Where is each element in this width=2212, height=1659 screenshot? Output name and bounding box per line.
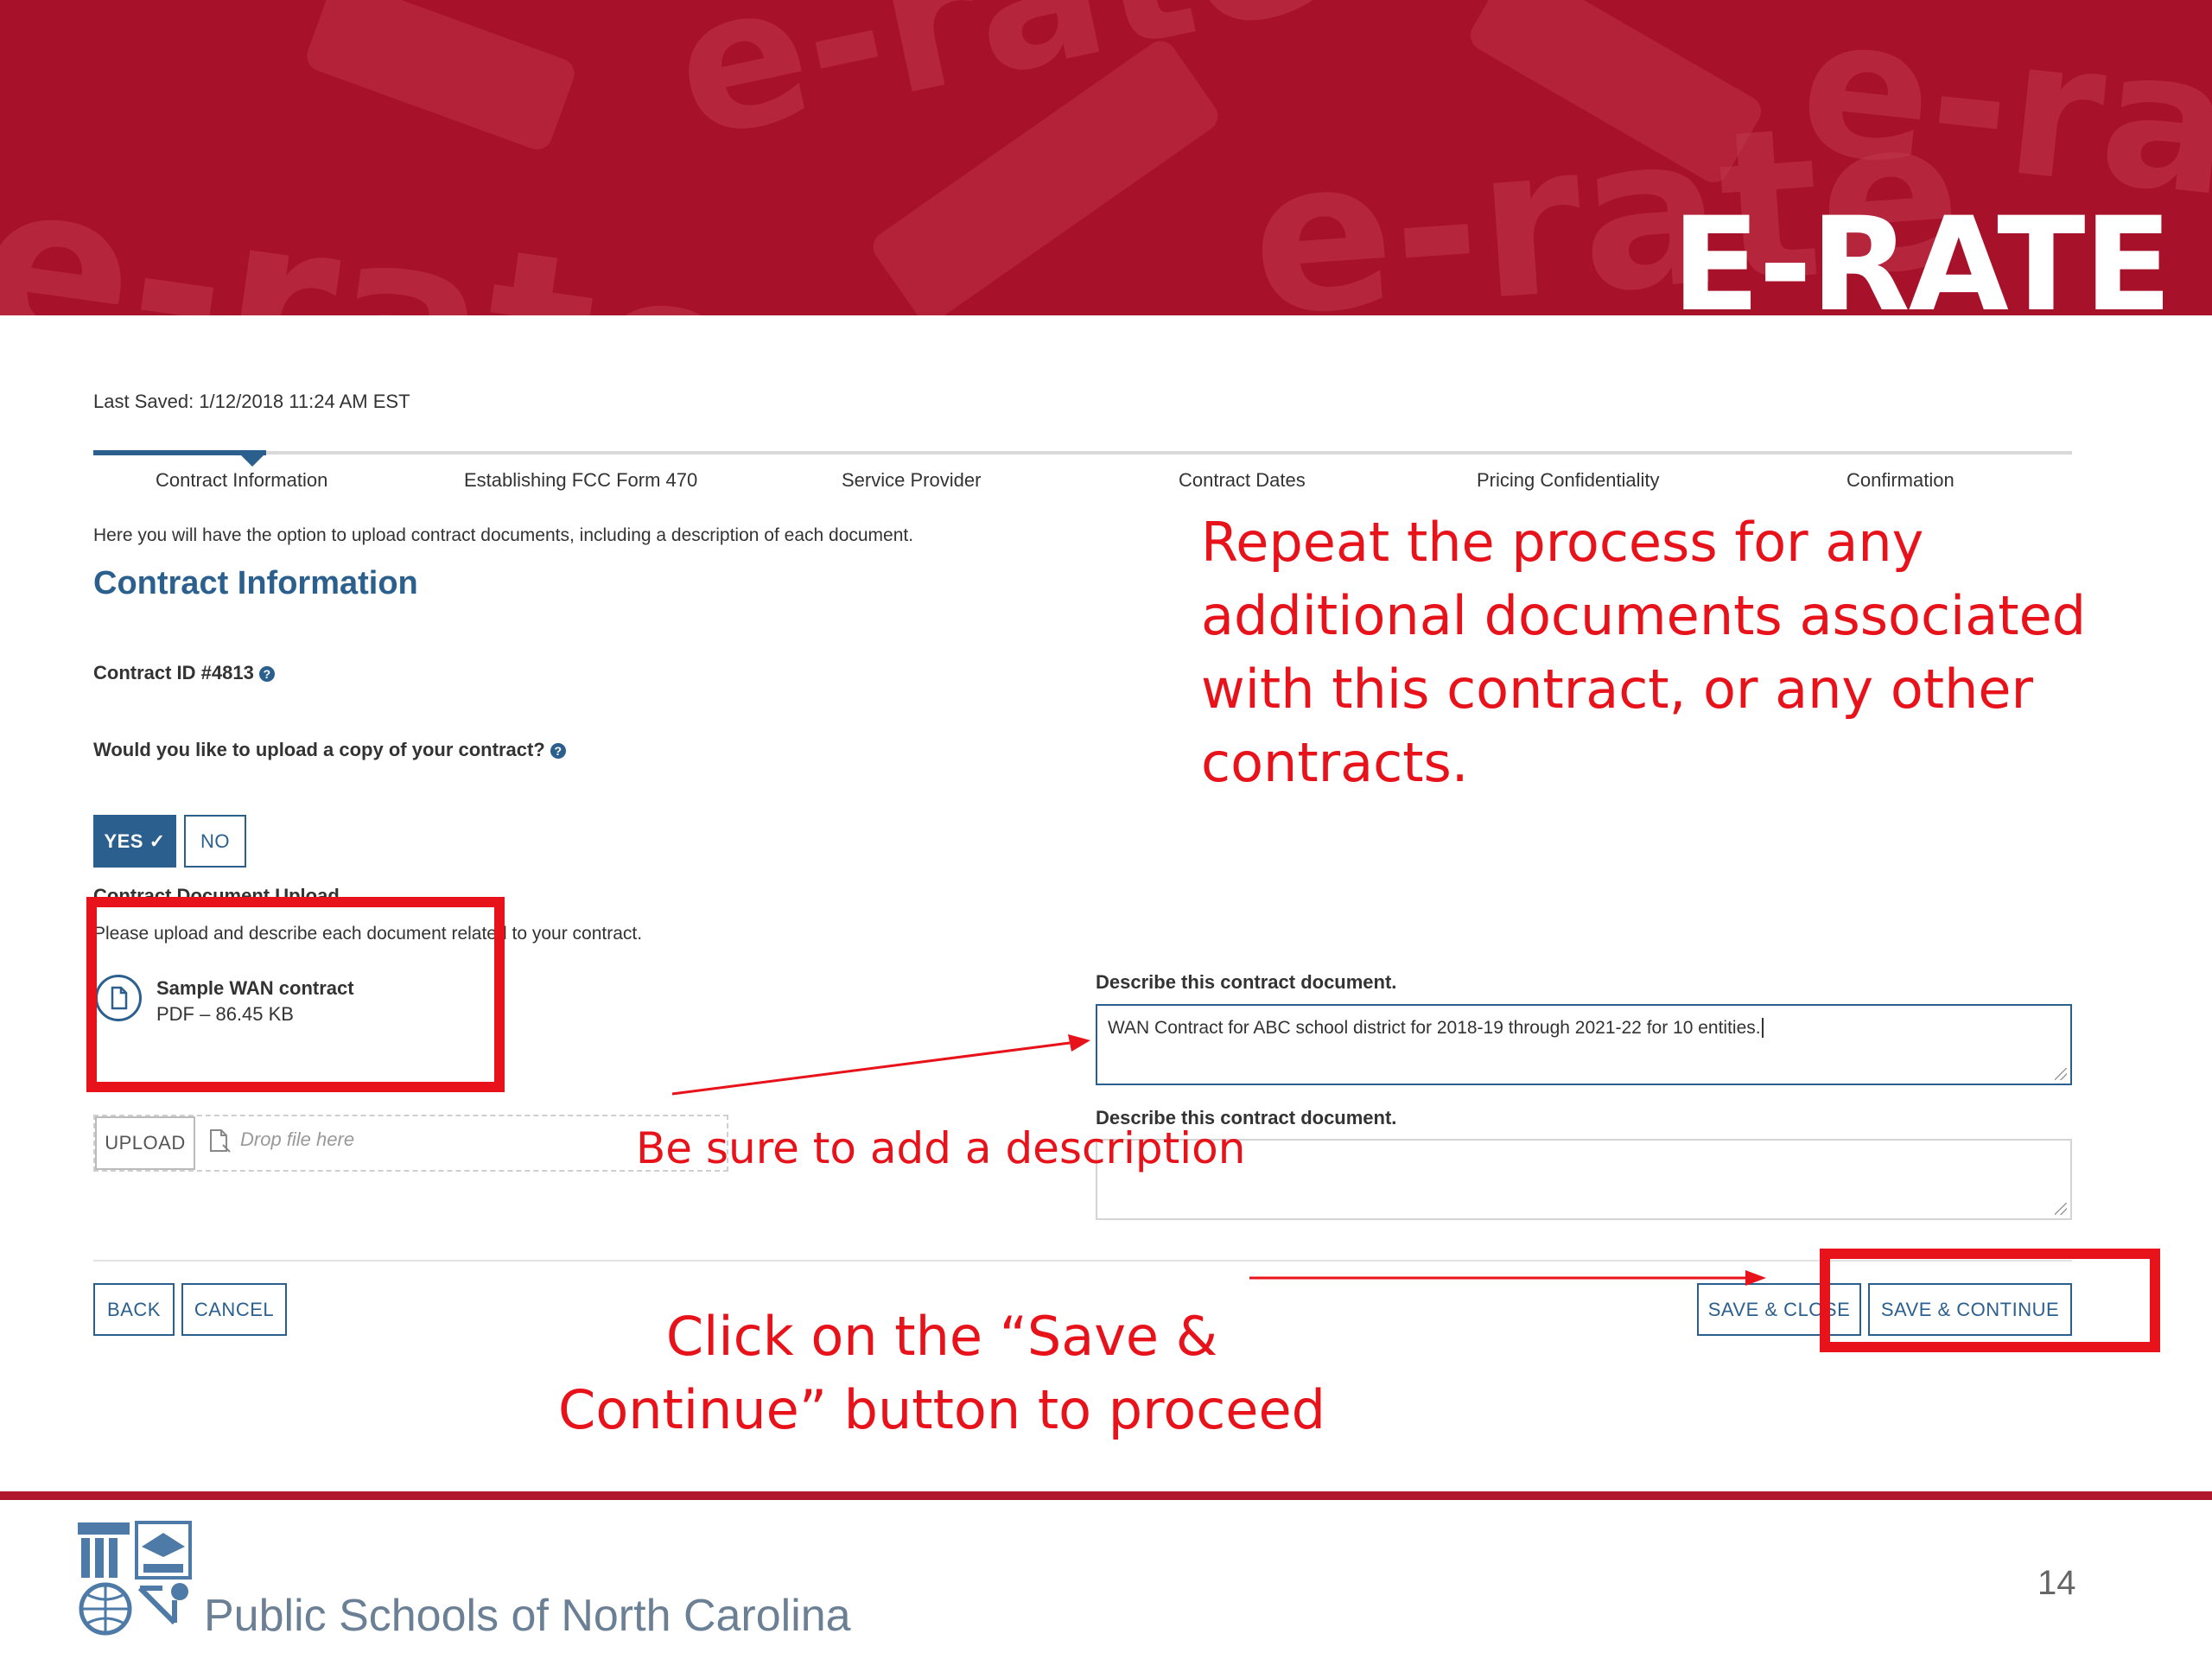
cable-plug-graphic: [302, 0, 579, 154]
step-pricing-confidentiality[interactable]: Pricing Confidentiality: [1477, 469, 1660, 492]
arrow-to-description: [671, 1041, 1071, 1096]
drop-file-icon: [207, 1128, 232, 1158]
arrow-head: [1068, 1034, 1090, 1052]
divider: [93, 1260, 2072, 1262]
header-banner: e-rate e-rate e-rate e-rate E-RATE: [0, 0, 2212, 315]
back-button[interactable]: BACK: [93, 1283, 175, 1336]
annotation-repeat-process: Repeat the process for any additional do…: [1201, 511, 2087, 794]
highlight-box-uploaded-file: [86, 897, 505, 1092]
section-title: Contract Information: [93, 565, 418, 601]
footer-rule: [0, 1491, 2212, 1500]
intro-text: Here you will have the option to upload …: [93, 525, 914, 545]
step-service-provider[interactable]: Service Provider: [842, 469, 981, 492]
progress-track: [93, 451, 2072, 454]
document-description-input-1[interactable]: WAN Contract for ABC school district for…: [1096, 1004, 2072, 1085]
organization-name: Public Schools of North Carolina: [204, 1591, 851, 1641]
help-icon[interactable]: ?: [550, 743, 566, 759]
text-cursor: ​: [1761, 1018, 1764, 1038]
highlight-box-save-continue: [1820, 1249, 2160, 1352]
help-icon[interactable]: ?: [258, 666, 275, 682]
description-value-1: WAN Contract for ABC school district for…: [1108, 1018, 1761, 1038]
drop-file-text: Drop file here: [240, 1128, 355, 1150]
step-confirmation[interactable]: Confirmation: [1847, 469, 1955, 492]
resize-handle[interactable]: [2055, 1203, 2067, 1215]
page-number: 14: [2037, 1564, 2076, 1602]
watermark-text: e-rate: [0, 130, 760, 315]
dpi-logo-icon: [76, 1521, 193, 1637]
upload-question-text: Would you like to upload a copy of your …: [93, 739, 545, 760]
yes-button[interactable]: YES ✓: [93, 815, 176, 868]
annotation-add-description: Be sure to add a description: [636, 1123, 1246, 1173]
upload-button[interactable]: UPLOAD: [95, 1116, 195, 1170]
step-contract-dates[interactable]: Contract Dates: [1179, 469, 1306, 492]
resize-handle[interactable]: [2055, 1068, 2067, 1080]
cancel-button[interactable]: CANCEL: [181, 1283, 287, 1336]
upload-heading: Contract Document Upload: [93, 885, 340, 897]
no-button[interactable]: NO: [184, 815, 246, 868]
step-establishing-fcc-form-470[interactable]: Establishing FCC Form 470: [464, 469, 697, 492]
upload-question: Would you like to upload a copy of your …: [93, 739, 566, 761]
contract-id-label: Contract ID #4813?: [93, 662, 275, 684]
step-contract-information[interactable]: Contract Information: [156, 469, 327, 492]
banner-title: E-RATE: [1671, 190, 2172, 315]
last-saved-timestamp: Last Saved: 1/12/2018 11:24 AM EST: [93, 391, 410, 412]
describe-label-1: Describe this contract document.: [1096, 971, 1397, 993]
annotation-click-save-continue: Click on the “Save & Continue” button to…: [558, 1305, 1325, 1441]
contract-id-text: Contract ID #4813: [93, 662, 254, 683]
active-step-indicator: [240, 454, 264, 467]
